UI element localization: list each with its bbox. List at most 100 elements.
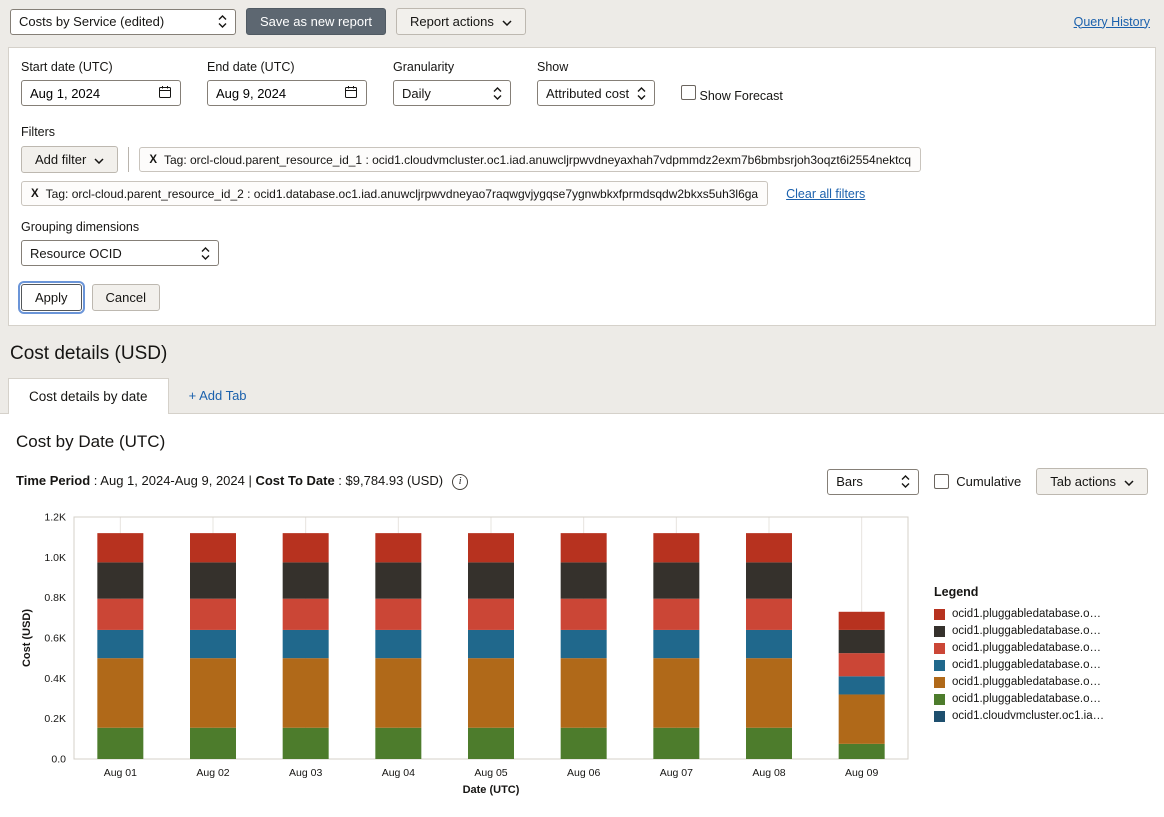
bar-segment[interactable]: [746, 533, 792, 562]
bar-segment[interactable]: [190, 562, 236, 598]
show-field: Show Attributed cost: [537, 60, 655, 106]
bar-segment[interactable]: [97, 533, 143, 562]
filters-label: Filters: [21, 125, 1143, 139]
bar-segment[interactable]: [283, 533, 329, 562]
legend-label: ocid1.pluggabledatabase.o…: [952, 625, 1101, 637]
granularity-select[interactable]: Daily: [393, 80, 511, 106]
show-forecast-checkbox-row[interactable]: Show Forecast: [681, 85, 783, 103]
x-tick-label: Aug 06: [567, 767, 600, 779]
bar-segment[interactable]: [375, 562, 421, 598]
bar-segment[interactable]: [97, 728, 143, 759]
bar-segment[interactable]: [468, 658, 514, 728]
bar-segment[interactable]: [468, 533, 514, 562]
bar-segment[interactable]: [653, 630, 699, 658]
show-forecast-checkbox[interactable]: [681, 85, 696, 100]
bar-segment[interactable]: [746, 728, 792, 759]
cumulative-checkbox-row[interactable]: Cumulative: [934, 474, 1021, 489]
x-tick-label: Aug 02: [196, 767, 229, 779]
end-date-value[interactable]: [216, 86, 328, 101]
legend-item[interactable]: ocid1.pluggabledatabase.o…: [934, 693, 1128, 705]
add-tab-button[interactable]: + Add Tab: [169, 378, 267, 413]
legend-item[interactable]: ocid1.cloudvmcluster.oc1.ia…: [934, 710, 1128, 722]
grouping-dimensions-select[interactable]: Resource OCID: [21, 240, 219, 266]
bar-segment[interactable]: [653, 562, 699, 598]
end-date-input[interactable]: [207, 80, 367, 106]
bar-segment[interactable]: [375, 533, 421, 562]
bar-segment[interactable]: [97, 599, 143, 630]
bar-segment[interactable]: [468, 728, 514, 759]
chart-title: Cost by Date (UTC): [16, 432, 1148, 452]
bar-segment[interactable]: [468, 630, 514, 658]
bar-segment[interactable]: [190, 658, 236, 728]
show-select[interactable]: Attributed cost: [537, 80, 655, 106]
legend-item[interactable]: ocid1.pluggabledatabase.o…: [934, 625, 1128, 637]
legend-item[interactable]: ocid1.pluggabledatabase.o…: [934, 659, 1128, 671]
bar-segment[interactable]: [283, 599, 329, 630]
bar-segment[interactable]: [190, 599, 236, 630]
bar-segment[interactable]: [97, 562, 143, 598]
bar-segment[interactable]: [839, 694, 885, 743]
bar-segment[interactable]: [561, 728, 607, 759]
close-icon[interactable]: X: [149, 154, 157, 166]
bar-segment[interactable]: [190, 728, 236, 759]
bar-segment[interactable]: [375, 728, 421, 759]
cancel-button[interactable]: Cancel: [92, 284, 160, 311]
bar-segment[interactable]: [561, 630, 607, 658]
start-date-input[interactable]: [21, 80, 181, 106]
legend-item[interactable]: ocid1.pluggabledatabase.o…: [934, 608, 1128, 620]
bar-segment[interactable]: [746, 630, 792, 658]
bar-segment[interactable]: [653, 533, 699, 562]
bar-segment[interactable]: [283, 658, 329, 728]
bar-segment[interactable]: [746, 562, 792, 598]
report-select[interactable]: Costs by Service (edited): [10, 9, 236, 35]
add-filter-button[interactable]: Add filter: [21, 146, 118, 173]
start-date-value[interactable]: [30, 86, 142, 101]
legend-label: ocid1.pluggabledatabase.o…: [952, 608, 1101, 620]
apply-button[interactable]: Apply: [21, 284, 82, 311]
bar-segment[interactable]: [839, 612, 885, 630]
close-icon[interactable]: X: [31, 188, 39, 200]
bar-segment[interactable]: [190, 630, 236, 658]
bar-segment[interactable]: [561, 599, 607, 630]
bar-segment[interactable]: [839, 744, 885, 759]
bar-segment[interactable]: [375, 658, 421, 728]
chart-type-select[interactable]: Bars: [827, 469, 919, 495]
legend-item[interactable]: ocid1.pluggabledatabase.o…: [934, 642, 1128, 654]
bar-segment[interactable]: [839, 630, 885, 653]
bar-segment[interactable]: [190, 533, 236, 562]
tab-cost-details-by-date[interactable]: Cost details by date: [8, 378, 169, 414]
bar-segment[interactable]: [561, 562, 607, 598]
info-icon[interactable]: i: [452, 474, 468, 490]
legend-label: ocid1.pluggabledatabase.o…: [952, 676, 1101, 688]
clear-all-filters-link[interactable]: Clear all filters: [786, 187, 865, 201]
bar-segment[interactable]: [746, 658, 792, 728]
bar-segment[interactable]: [839, 676, 885, 694]
bar-segment[interactable]: [653, 728, 699, 759]
bar-segment[interactable]: [746, 599, 792, 630]
bar-segment[interactable]: [468, 562, 514, 598]
bar-segment[interactable]: [839, 653, 885, 676]
bar-segment[interactable]: [561, 658, 607, 728]
bar-segment[interactable]: [97, 630, 143, 658]
calendar-icon[interactable]: [344, 85, 358, 102]
cumulative-checkbox[interactable]: [934, 474, 949, 489]
add-filter-label: Add filter: [35, 152, 86, 167]
bar-segment[interactable]: [561, 533, 607, 562]
bar-segment[interactable]: [468, 599, 514, 630]
legend-swatch: [934, 660, 945, 671]
legend-item[interactable]: ocid1.pluggabledatabase.o…: [934, 676, 1128, 688]
bar-segment[interactable]: [283, 630, 329, 658]
bar-segment[interactable]: [375, 630, 421, 658]
bar-segment[interactable]: [375, 599, 421, 630]
bar-segment[interactable]: [97, 658, 143, 728]
bar-segment[interactable]: [283, 562, 329, 598]
save-as-new-report-button[interactable]: Save as new report: [246, 8, 386, 35]
bar-segment[interactable]: [653, 658, 699, 728]
calendar-icon[interactable]: [158, 85, 172, 102]
bar-segment[interactable]: [653, 599, 699, 630]
filters-panel: Start date (UTC) End date (UTC) Granular…: [8, 47, 1156, 326]
tab-actions-button[interactable]: Tab actions: [1036, 468, 1148, 495]
report-actions-button[interactable]: Report actions: [396, 8, 526, 35]
bar-segment[interactable]: [283, 728, 329, 759]
query-history-link[interactable]: Query History: [1074, 15, 1150, 29]
